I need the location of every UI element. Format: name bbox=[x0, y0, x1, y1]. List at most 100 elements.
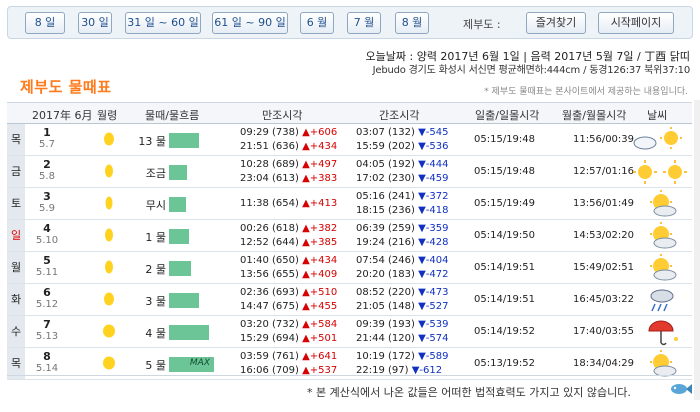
lunar-date: 5.12 bbox=[35, 299, 59, 310]
low-tide-1-time: 06:39 (259) bbox=[356, 223, 415, 234]
weather-icon bbox=[631, 285, 691, 315]
high-tide-2-diff: ▲+385 bbox=[302, 237, 338, 248]
low-tide-1-diff: ▼-359 bbox=[418, 223, 449, 234]
8-day-button[interactable]: 8 일 bbox=[25, 12, 65, 34]
low-tide-2-time: 18:15 (236) bbox=[356, 205, 415, 216]
sunrise-sunset: 05:14/19:51 bbox=[474, 294, 536, 305]
low-tide-1-diff: ▼-545 bbox=[418, 127, 449, 138]
sunrise-sunset: 05:15/19:48 bbox=[474, 134, 536, 145]
high-tide-1-diff: ▲+584 bbox=[302, 319, 338, 330]
low-tide-2-time: 21:44 (120) bbox=[356, 333, 415, 344]
high-tide-2-diff: ▲+409 bbox=[302, 269, 338, 280]
low-tide-2-diff: ▼-428 bbox=[418, 237, 449, 248]
high-tide-2-diff: ▲+434 bbox=[302, 141, 338, 152]
weather-icon bbox=[631, 221, 691, 251]
high-tide-1: 09:29 (738) ▲+606 bbox=[240, 127, 337, 138]
sunrise-sunset: 05:15/19:48 bbox=[474, 166, 536, 177]
low-tide-2: 20:20 (183) ▼-472 bbox=[356, 269, 448, 280]
sunrise-sunset: 05:15/19:49 bbox=[474, 198, 536, 209]
scrollbar[interactable] bbox=[694, 100, 700, 400]
sunrise-sunset: 05:13/19:52 bbox=[474, 358, 536, 369]
moonrise-moonset: 18:34/04:29 bbox=[573, 358, 635, 369]
low-tide-2-time: 19:24 (216) bbox=[356, 237, 415, 248]
table-body: 목 1 5.7 13 물 09:29 (738) ▲+606 21:51 (636) ▲+… bbox=[7, 124, 692, 380]
high-tide-2-time: 23:04 (613) bbox=[240, 173, 299, 184]
homepage-button[interactable]: 시작페이지 bbox=[598, 12, 674, 34]
low-tide-2: 15:59 (202) ▼-536 bbox=[356, 141, 448, 152]
tide-name: 무시 bbox=[145, 199, 166, 212]
low-tide-1-diff: ▼-372 bbox=[418, 191, 449, 202]
august-button[interactable]: 8 월 bbox=[395, 12, 429, 34]
tide-flow-bar: MAX bbox=[169, 357, 214, 372]
low-tide-2-diff: ▼-527 bbox=[418, 301, 449, 312]
low-tide-1-time: 04:05 (192) bbox=[356, 159, 415, 170]
july-button[interactable]: 7 월 bbox=[347, 12, 381, 34]
low-tide-1-diff: ▼-444 bbox=[418, 159, 449, 170]
favorites-button[interactable]: 즐겨찾기 bbox=[526, 12, 586, 34]
low-tide-1: 08:52 (220) ▼-473 bbox=[356, 287, 448, 298]
high-tide-2-time: 14:47 (675) bbox=[240, 301, 299, 312]
weekday-cell: 수 bbox=[7, 316, 25, 347]
high-tide-1: 00:26 (618) ▲+382 bbox=[240, 223, 337, 234]
tide-name: 13 물 bbox=[138, 135, 166, 148]
header-moon: 월령 bbox=[97, 109, 118, 122]
moonrise-moonset: 17:40/03:55 bbox=[573, 326, 635, 337]
low-tide-2-time: 17:02 (230) bbox=[356, 173, 415, 184]
high-tide-2-diff: ▲+501 bbox=[302, 333, 338, 344]
low-tide-2: 18:15 (236) ▼-418 bbox=[356, 205, 448, 216]
high-tide-2: 23:04 (613) ▲+383 bbox=[240, 173, 337, 184]
solar-day: 7 bbox=[43, 318, 51, 331]
table-row: 월 5 5.11 2 물 01:40 (650) ▲+434 13:56 (655) ▲+… bbox=[7, 252, 692, 284]
lunar-date: 5.10 bbox=[35, 235, 59, 246]
weekday-cell: 화 bbox=[7, 284, 25, 315]
sunrise-sunset: 05:14/19:52 bbox=[474, 326, 536, 337]
june-button[interactable]: 6 월 bbox=[300, 12, 334, 34]
tide-table: 2017年 6月 월령 물때/물흐름 만조시각 간조시각 일출/일몰시각 월출/… bbox=[7, 102, 692, 380]
low-tide-1: 03:07 (132) ▼-545 bbox=[356, 127, 448, 138]
weather-icon bbox=[631, 125, 691, 155]
high-tide-1-time: 01:40 (650) bbox=[240, 255, 299, 266]
low-tide-2: 21:05 (148) ▼-527 bbox=[356, 301, 448, 312]
tide-name: 4 물 bbox=[145, 327, 166, 340]
61-90-day-button[interactable]: 61 일 ~ 90 일 bbox=[212, 12, 288, 34]
tide-flow-bar bbox=[169, 133, 199, 148]
low-tide-2-diff: ▼-418 bbox=[418, 205, 449, 216]
footer: * 본 계산식에서 나온 값들은 어떠한 법적효력도 가지고 있지 않습니다. bbox=[7, 375, 692, 403]
low-tide-1-diff: ▼-539 bbox=[418, 319, 449, 330]
moon-phase-icon bbox=[103, 324, 115, 338]
low-tide-1: 05:16 (241) ▼-372 bbox=[356, 191, 448, 202]
table-header: 2017年 6月 월령 물때/물흐름 만조시각 간조시각 일출/일몰시각 월출/… bbox=[7, 102, 692, 124]
table-row: 목 1 5.7 13 물 09:29 (738) ▲+606 21:51 (636) ▲+… bbox=[7, 124, 692, 156]
low-tide-1: 07:54 (246) ▼-404 bbox=[356, 255, 448, 266]
high-tide-1-diff: ▲+641 bbox=[302, 351, 338, 362]
lunar-date: 5.13 bbox=[35, 331, 59, 342]
low-tide-1-time: 05:16 (241) bbox=[356, 191, 415, 202]
weather-icon bbox=[631, 157, 691, 187]
header-moonrise: 월출/월몰시각 bbox=[562, 109, 627, 122]
table-row: 수 7 5.13 4 물 03:20 (732) ▲+584 15:29 (694) ▲+… bbox=[7, 316, 692, 348]
tide-name: 조금 bbox=[145, 167, 166, 180]
high-tide-1: 11:38 (654) ▲+413 bbox=[240, 198, 337, 209]
weekday-cell: 토 bbox=[7, 188, 25, 219]
30-day-button[interactable]: 30 일 bbox=[78, 12, 112, 34]
high-tide-1-diff: ▲+413 bbox=[302, 198, 338, 209]
low-tide-1: 06:39 (259) ▼-359 bbox=[356, 223, 448, 234]
sunrise-sunset: 05:14/19:50 bbox=[474, 230, 536, 241]
high-tide-2-time: 15:29 (694) bbox=[240, 333, 299, 344]
high-tide-1-diff: ▲+497 bbox=[302, 159, 338, 170]
header-month: 2017年 6月 bbox=[32, 109, 93, 122]
solar-day: 5 bbox=[43, 254, 51, 267]
lunar-date: 5.7 bbox=[39, 139, 55, 150]
high-tide-1-time: 03:20 (732) bbox=[240, 319, 299, 330]
weekday-cell: 금 bbox=[7, 156, 25, 187]
31-60-day-button[interactable]: 31 일 ~ 60 일 bbox=[125, 12, 201, 34]
high-tide-2: 12:52 (644) ▲+385 bbox=[240, 237, 337, 248]
table-row: 화 6 5.12 3 물 02:36 (693) ▲+510 14:47 (675) ▲+… bbox=[7, 284, 692, 316]
high-tide-1: 03:20 (732) ▲+584 bbox=[240, 319, 337, 330]
low-tide-2-diff: ▼-574 bbox=[418, 333, 449, 344]
low-tide-1-time: 07:54 (246) bbox=[356, 255, 415, 266]
header-tide-flow: 물때/물흐름 bbox=[145, 109, 200, 122]
top-navigation: 8 일 30 일 31 일 ~ 60 일 61 일 ~ 90 일 6 월 7 월… bbox=[7, 6, 693, 39]
high-tide-1-time: 09:29 (738) bbox=[240, 127, 299, 138]
tide-flow-bar bbox=[169, 165, 187, 180]
